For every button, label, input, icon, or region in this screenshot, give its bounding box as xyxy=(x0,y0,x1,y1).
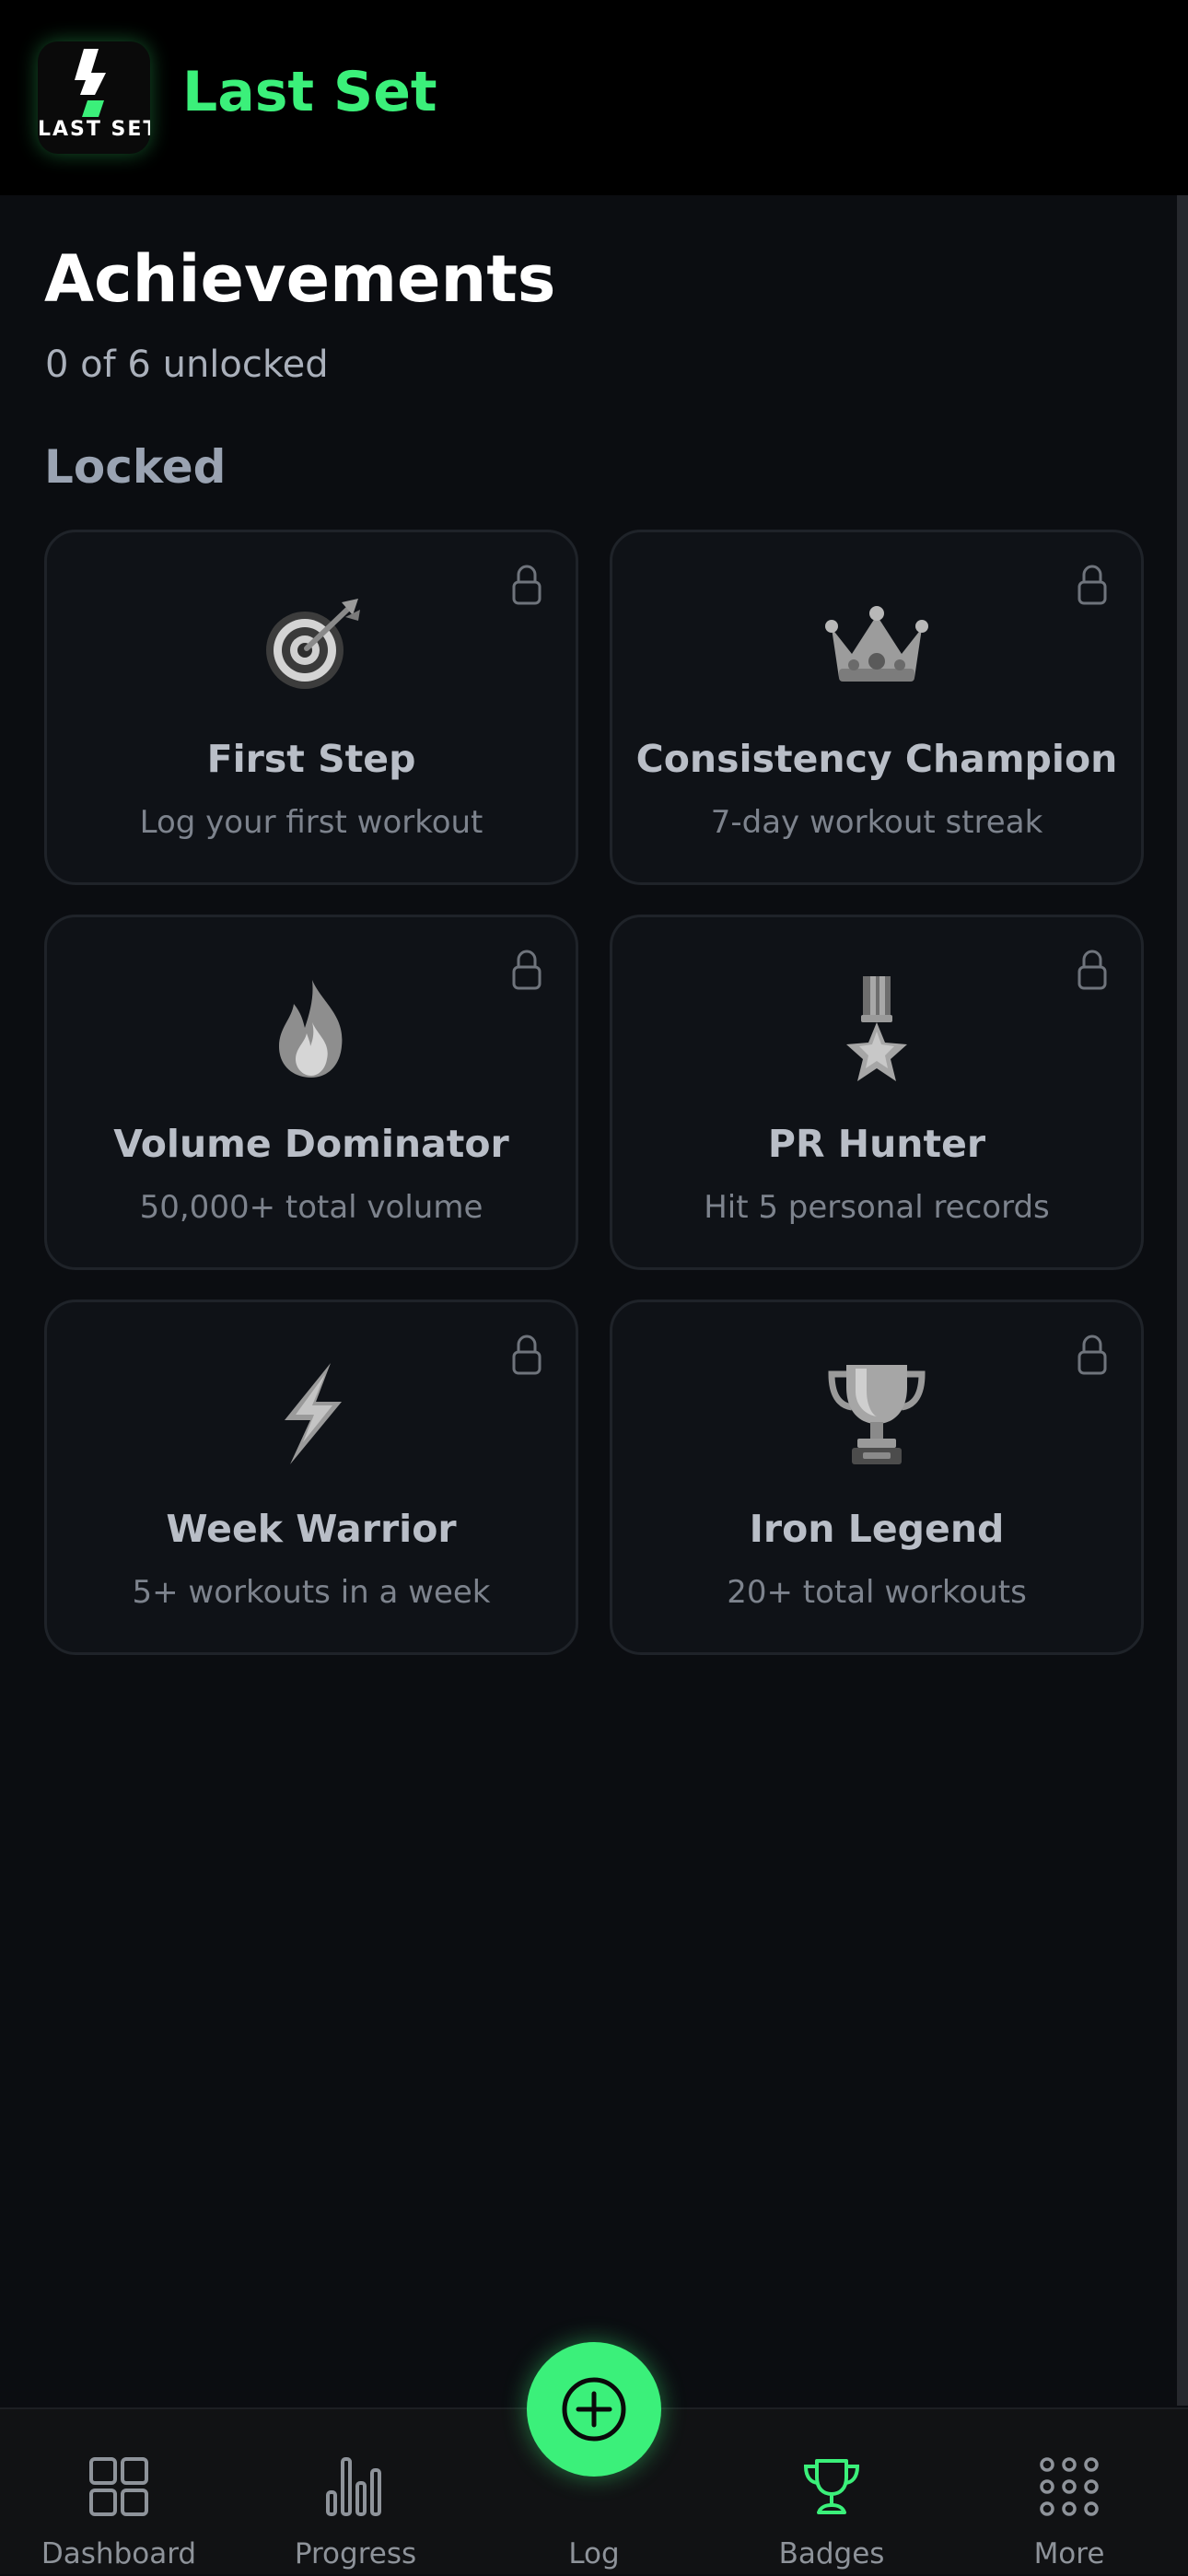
badge-description: Hit 5 personal records xyxy=(704,1189,1050,1226)
badge-description: 7-day workout streak xyxy=(710,804,1043,841)
nav-item-more[interactable]: More xyxy=(963,2409,1175,2576)
nav-label: More xyxy=(1033,2537,1105,2570)
app-title: Last Set xyxy=(182,60,437,124)
badge-card-iron-legend[interactable]: Iron Legend 20+ total workouts xyxy=(610,1300,1144,1655)
dots-grid-icon xyxy=(1040,2457,1099,2516)
app-logo[interactable]: LAST SET xyxy=(38,41,150,154)
badge-name: Week Warrior xyxy=(166,1507,457,1551)
badge-name: Volume Dominator xyxy=(113,1122,509,1166)
section-title-locked: Locked xyxy=(44,440,227,494)
badge-name: First Step xyxy=(206,737,416,781)
crown-icon xyxy=(612,589,1141,698)
scrollbar[interactable] xyxy=(1177,195,1188,2406)
plus-circle-icon xyxy=(562,2377,626,2442)
fire-icon xyxy=(47,974,576,1083)
badge-name: PR Hunter xyxy=(767,1122,986,1166)
lightning-icon xyxy=(47,1359,576,1468)
trophy-icon xyxy=(612,1359,1141,1468)
dashboard-grid-icon xyxy=(89,2457,148,2516)
nav-item-dashboard[interactable]: Dashboard xyxy=(13,2409,225,2576)
log-workout-button[interactable] xyxy=(527,2342,661,2477)
nav-label: Progress xyxy=(294,2537,417,2570)
trophy-icon xyxy=(803,2459,860,2514)
page-title: Achievements xyxy=(44,241,556,317)
nav-item-progress[interactable]: Progress xyxy=(250,2409,461,2576)
bar-chart-icon xyxy=(326,2457,381,2516)
badge-card-pr-hunter[interactable]: PR Hunter Hit 5 personal records xyxy=(610,915,1144,1270)
badge-description: 50,000+ total volume xyxy=(139,1189,483,1226)
badge-name: Consistency Champion xyxy=(635,737,1118,781)
nav-label: Dashboard xyxy=(41,2537,197,2570)
badge-card-week-warrior[interactable]: Week Warrior 5+ workouts in a week xyxy=(44,1300,578,1655)
app-header: LAST SET Last Set xyxy=(0,0,1188,195)
badge-description: Log your first workout xyxy=(139,804,483,841)
badge-description: 20+ total workouts xyxy=(727,1574,1027,1611)
badge-grid: First Step Log your first workout Consis… xyxy=(44,530,1144,1655)
target-dart-icon xyxy=(47,589,576,698)
badge-card-volume-dominator[interactable]: Volume Dominator 50,000+ total volume xyxy=(44,915,578,1270)
logo-text: LAST SET xyxy=(38,118,150,141)
nav-label: Badges xyxy=(778,2537,885,2570)
nav-item-badges[interactable]: Badges xyxy=(726,2409,938,2576)
badge-card-consistency-champion[interactable]: Consistency Champion 7-day workout strea… xyxy=(610,530,1144,885)
badge-name: Iron Legend xyxy=(749,1507,1005,1551)
badge-card-first-step[interactable]: First Step Log your first workout xyxy=(44,530,578,885)
unlocked-count: 0 of 6 unlocked xyxy=(45,344,329,386)
badge-description: 5+ workouts in a week xyxy=(132,1574,491,1611)
medal-icon xyxy=(612,974,1141,1083)
nav-label: Log xyxy=(568,2537,620,2570)
